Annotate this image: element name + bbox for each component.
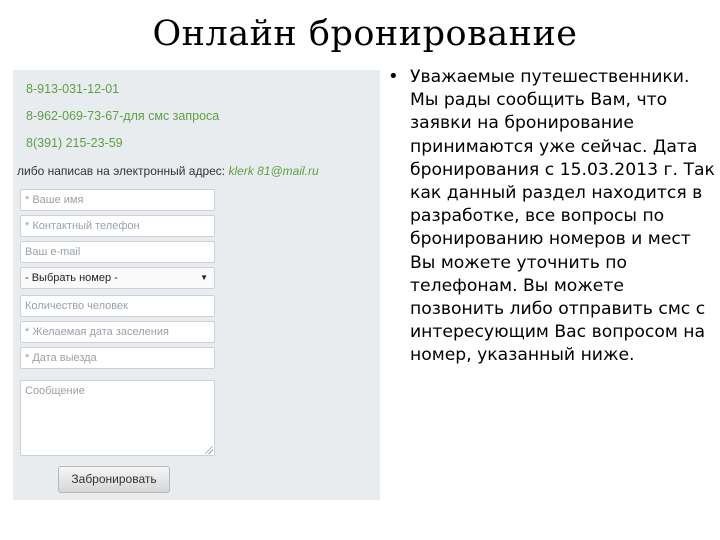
page-title: Онлайн бронирование	[152, 14, 578, 54]
name-input[interactable]: * Ваше имя	[20, 189, 215, 211]
booking-panel: 8-913-031-12-01 8-962-069-73-67-для смс …	[13, 70, 380, 500]
email-address-link[interactable]: klerk 81@mail.ru	[228, 164, 318, 178]
message-textarea[interactable]: Сообщение	[20, 380, 215, 456]
email-prefix: либо написав на электронный адрес:	[17, 164, 229, 178]
phone-number-1: 8-913-031-12-01	[26, 82, 120, 96]
room-select-value: - Выбрать номер -	[25, 272, 118, 284]
email-input[interactable]: Ваш e-mail	[20, 241, 215, 263]
submit-booking-button[interactable]: Забронировать	[58, 466, 170, 493]
guests-count-input[interactable]: Количество человек	[20, 295, 215, 317]
message-placeholder: Сообщение	[25, 385, 85, 397]
phone-number-2: 8-962-069-73-67-для смс запроса	[26, 109, 220, 123]
room-select[interactable]: - Выбрать номер - ▼	[20, 267, 215, 289]
phone-input[interactable]: * Контактный телефон	[20, 215, 215, 237]
notice-text: Уважаемые путешественники. Мы рады сообщ…	[410, 67, 715, 366]
bullet-icon: •	[388, 66, 399, 87]
checkin-date-input[interactable]: * Желаемая дата заселения	[20, 321, 215, 343]
email-contact-line: либо написав на электронный адрес: klerk…	[17, 164, 319, 178]
phone-number-3: 8(391) 215-23-59	[26, 136, 123, 150]
chevron-down-icon: ▼	[200, 273, 208, 282]
checkout-date-input[interactable]: * Дата выезда	[20, 347, 215, 369]
resize-grip-icon[interactable]	[205, 446, 213, 454]
